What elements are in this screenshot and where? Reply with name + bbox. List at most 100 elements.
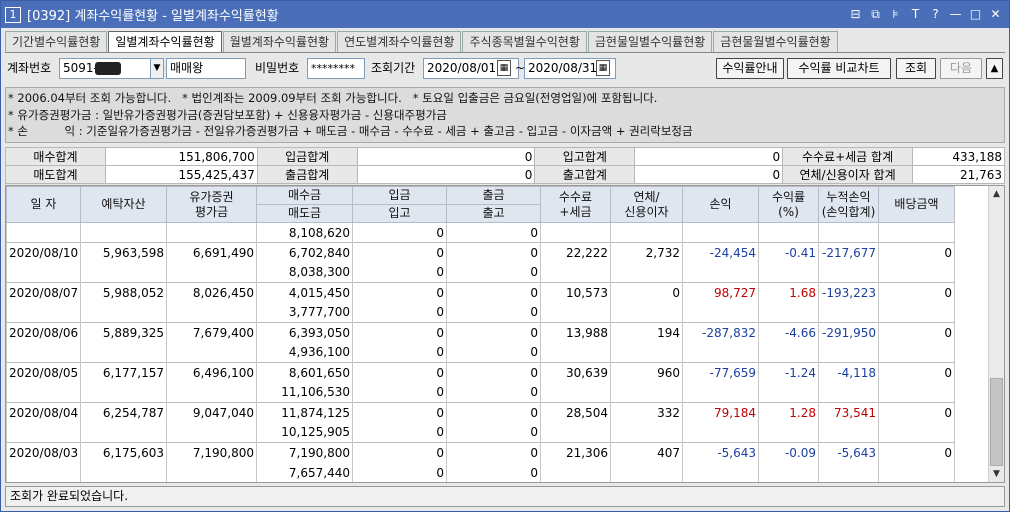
table-row[interactable]: 2020/08/04 6,254,787 9,047,040 11,874,12… <box>6 402 1005 423</box>
scroll-up-icon[interactable]: ▲ <box>989 186 1004 202</box>
help-icon[interactable]: ? <box>928 6 943 22</box>
table-row[interactable]: 2020/08/06 5,889,325 7,679,400 6,393,050… <box>6 322 1005 343</box>
account-dropdown-button[interactable]: ▼ <box>150 58 164 79</box>
table-row[interactable]: 2020/08/05 6,177,157 6,496,100 8,601,650… <box>6 362 1005 383</box>
col-header-securities[interactable]: 유가증권 평가금 <box>166 186 257 223</box>
summary-row: 매수합계 151,806,700 입금합계 0 입고합계 0 수수료+세금 합계… <box>5 147 1005 166</box>
copy-window-icon[interactable]: ⧉ <box>868 6 883 22</box>
tab-gold-daily[interactable]: 금현물일별수익률현황 <box>587 31 713 52</box>
table-row[interactable]: 8,038,300 0 0 <box>6 262 1005 283</box>
password-input[interactable]: ******** <box>307 58 365 79</box>
scroll-down-icon[interactable]: ▼ <box>989 466 1004 482</box>
note-line: * 손 익 : 기준일유가증권평가금 - 전일유가증권평가금 + 매도금 - 매… <box>8 124 693 138</box>
interest-cell: 2,732 <box>610 242 683 263</box>
collapse-up-button[interactable]: ▲ <box>986 58 1003 79</box>
tab-period-return[interactable]: 기간별수익률현황 <box>5 31 108 52</box>
interest-cell: 407 <box>610 442 683 463</box>
next-button[interactable]: 다음 <box>940 58 982 79</box>
out-stock-cell: 0 <box>446 422 541 443</box>
window-controls: ⊟ ⧉ ⊧ T ? — □ ✕ <box>848 6 1003 22</box>
title-bar: 1 [0392] 계좌수익률현황 - 일별계좌수익률현황 ⊟ ⧉ ⊧ T ? —… <box>1 1 1009 28</box>
in-stock-cell: 0 <box>352 462 447 482</box>
maximize-icon[interactable]: □ <box>968 6 983 22</box>
deposit-cell: 5,963,598 <box>80 242 167 263</box>
col-header-fee[interactable]: 수수료 +세금 <box>540 186 611 223</box>
summary-value: 433,188 <box>912 147 1005 166</box>
in-stock-cell: 0 <box>352 302 447 323</box>
summary-value: 0 <box>356 147 536 166</box>
dividend-cell: 0 <box>878 362 955 383</box>
table-row[interactable]: 7,657,440 0 0 <box>6 462 1005 482</box>
col-header-buy[interactable]: 매수금 <box>256 186 353 205</box>
minimize-icon[interactable]: — <box>948 6 963 22</box>
summary-label: 매도합계 <box>5 165 106 184</box>
sell-cell: 8,038,300 <box>256 262 353 283</box>
table-row[interactable]: 10,125,905 0 0 <box>6 422 1005 443</box>
out-stock-cell: 0 <box>446 302 541 323</box>
cumulative-cell: -291,950 <box>818 322 879 343</box>
col-header-out-cash[interactable]: 출금 <box>446 186 541 205</box>
pnl-cell: -24,454 <box>682 242 759 263</box>
tab-stock-monthly[interactable]: 주식종목별월수익현황 <box>462 31 587 52</box>
securities-cell: 9,047,040 <box>166 402 257 423</box>
table-row[interactable]: 2020/08/07 5,988,052 8,026,450 4,015,450… <box>6 282 1005 303</box>
password-label: 비밀번호 <box>255 61 300 75</box>
deposit-cell: 5,988,052 <box>80 282 167 303</box>
out-cash-cell: 0 <box>446 322 541 343</box>
summary-value: 155,425,437 <box>104 165 258 184</box>
col-header-dividend[interactable]: 배당금액 <box>878 186 955 223</box>
table-row[interactable]: 2020/08/10 5,963,598 6,691,490 6,702,840… <box>6 242 1005 263</box>
search-button[interactable]: 조회 <box>896 58 936 79</box>
tab-daily-return[interactable]: 일별계좌수익률현황 <box>108 31 222 53</box>
tab-yearly-return[interactable]: 연도별계좌수익률현황 <box>337 31 462 52</box>
in-cash-cell: 0 <box>352 402 447 423</box>
pin-icon[interactable]: ⊧ <box>888 6 903 22</box>
col-header-rate[interactable]: 수익률 (%) <box>758 186 819 223</box>
sell-cell: 8,108,620 <box>256 222 353 243</box>
sell-cell: 11,106,530 <box>256 382 353 403</box>
return-guide-button[interactable]: 수익률안내 <box>716 58 784 79</box>
vertical-scrollbar[interactable]: ▲ ▼ <box>988 186 1004 482</box>
col-header-sell[interactable]: 매도금 <box>256 204 353 223</box>
return-compare-chart-button[interactable]: 수익률 비교차트 <box>787 58 891 79</box>
table-row[interactable]: 8,108,620 0 0 <box>6 222 1005 243</box>
chevron-down-icon: ▼ <box>153 63 161 73</box>
securities-cell: 7,190,800 <box>166 442 257 463</box>
calendar-icon[interactable]: ▦ <box>497 60 511 76</box>
table-row[interactable]: 11,106,530 0 0 <box>6 382 1005 403</box>
calendar-icon[interactable]: ▦ <box>596 60 610 76</box>
tab-gold-monthly[interactable]: 금현물월별수익률현황 <box>713 31 838 52</box>
col-header-date[interactable]: 일 자 <box>6 186 81 223</box>
table-row[interactable]: 3,777,700 0 0 <box>6 302 1005 323</box>
summary-table: 매수합계 151,806,700 입금합계 0 입고합계 0 수수료+세금 합계… <box>5 147 1005 184</box>
link-icon[interactable]: ⊟ <box>848 6 863 22</box>
col-header-in-stock[interactable]: 입고 <box>352 204 447 223</box>
summary-value: 0 <box>634 165 784 184</box>
dividend-cell: 0 <box>878 322 955 343</box>
col-header-deposit[interactable]: 예탁자산 <box>80 186 167 223</box>
table-row[interactable]: 2020/08/03 6,175,603 7,190,800 7,190,800… <box>6 442 1005 463</box>
table-row[interactable]: 4,936,100 0 0 <box>6 342 1005 363</box>
col-header-in-cash[interactable]: 입금 <box>352 186 447 205</box>
close-icon[interactable]: ✕ <box>988 6 1003 22</box>
out-stock-cell: 0 <box>446 342 541 363</box>
date-cell: 2020/08/04 <box>6 402 81 423</box>
col-header-interest[interactable]: 연체/ 신용이자 <box>610 186 683 223</box>
tab-bar: 기간별수익률현황 일별계좌수익률현황 월별계좌수익률현황 연도별계좌수익률현황 … <box>5 31 839 53</box>
out-cash-cell: 0 <box>446 402 541 423</box>
sell-cell: 3,777,700 <box>256 302 353 323</box>
scroll-thumb[interactable] <box>990 378 1003 466</box>
cumulative-cell: -217,677 <box>818 242 879 263</box>
col-header-cumulative[interactable]: 누적손익 (손익합계) <box>818 186 879 223</box>
securities-cell: 6,496,100 <box>166 362 257 383</box>
font-icon[interactable]: T <box>908 6 923 22</box>
in-stock-cell: 0 <box>352 262 447 283</box>
sell-cell: 10,125,905 <box>256 422 353 443</box>
col-header-out-stock[interactable]: 출고 <box>446 204 541 223</box>
securities-cell: 8,026,450 <box>166 282 257 303</box>
deposit-cell: 6,254,787 <box>80 402 167 423</box>
col-header-pnl[interactable]: 손익 <box>682 186 759 223</box>
tab-monthly-return[interactable]: 월별계좌수익률현황 <box>222 31 337 52</box>
daily-return-grid[interactable]: 일 자 예탁자산 유가증권 평가금 매수금 입금 출금 수수료 +세금 연체/ … <box>5 185 1005 483</box>
out-stock-cell: 0 <box>446 462 541 482</box>
